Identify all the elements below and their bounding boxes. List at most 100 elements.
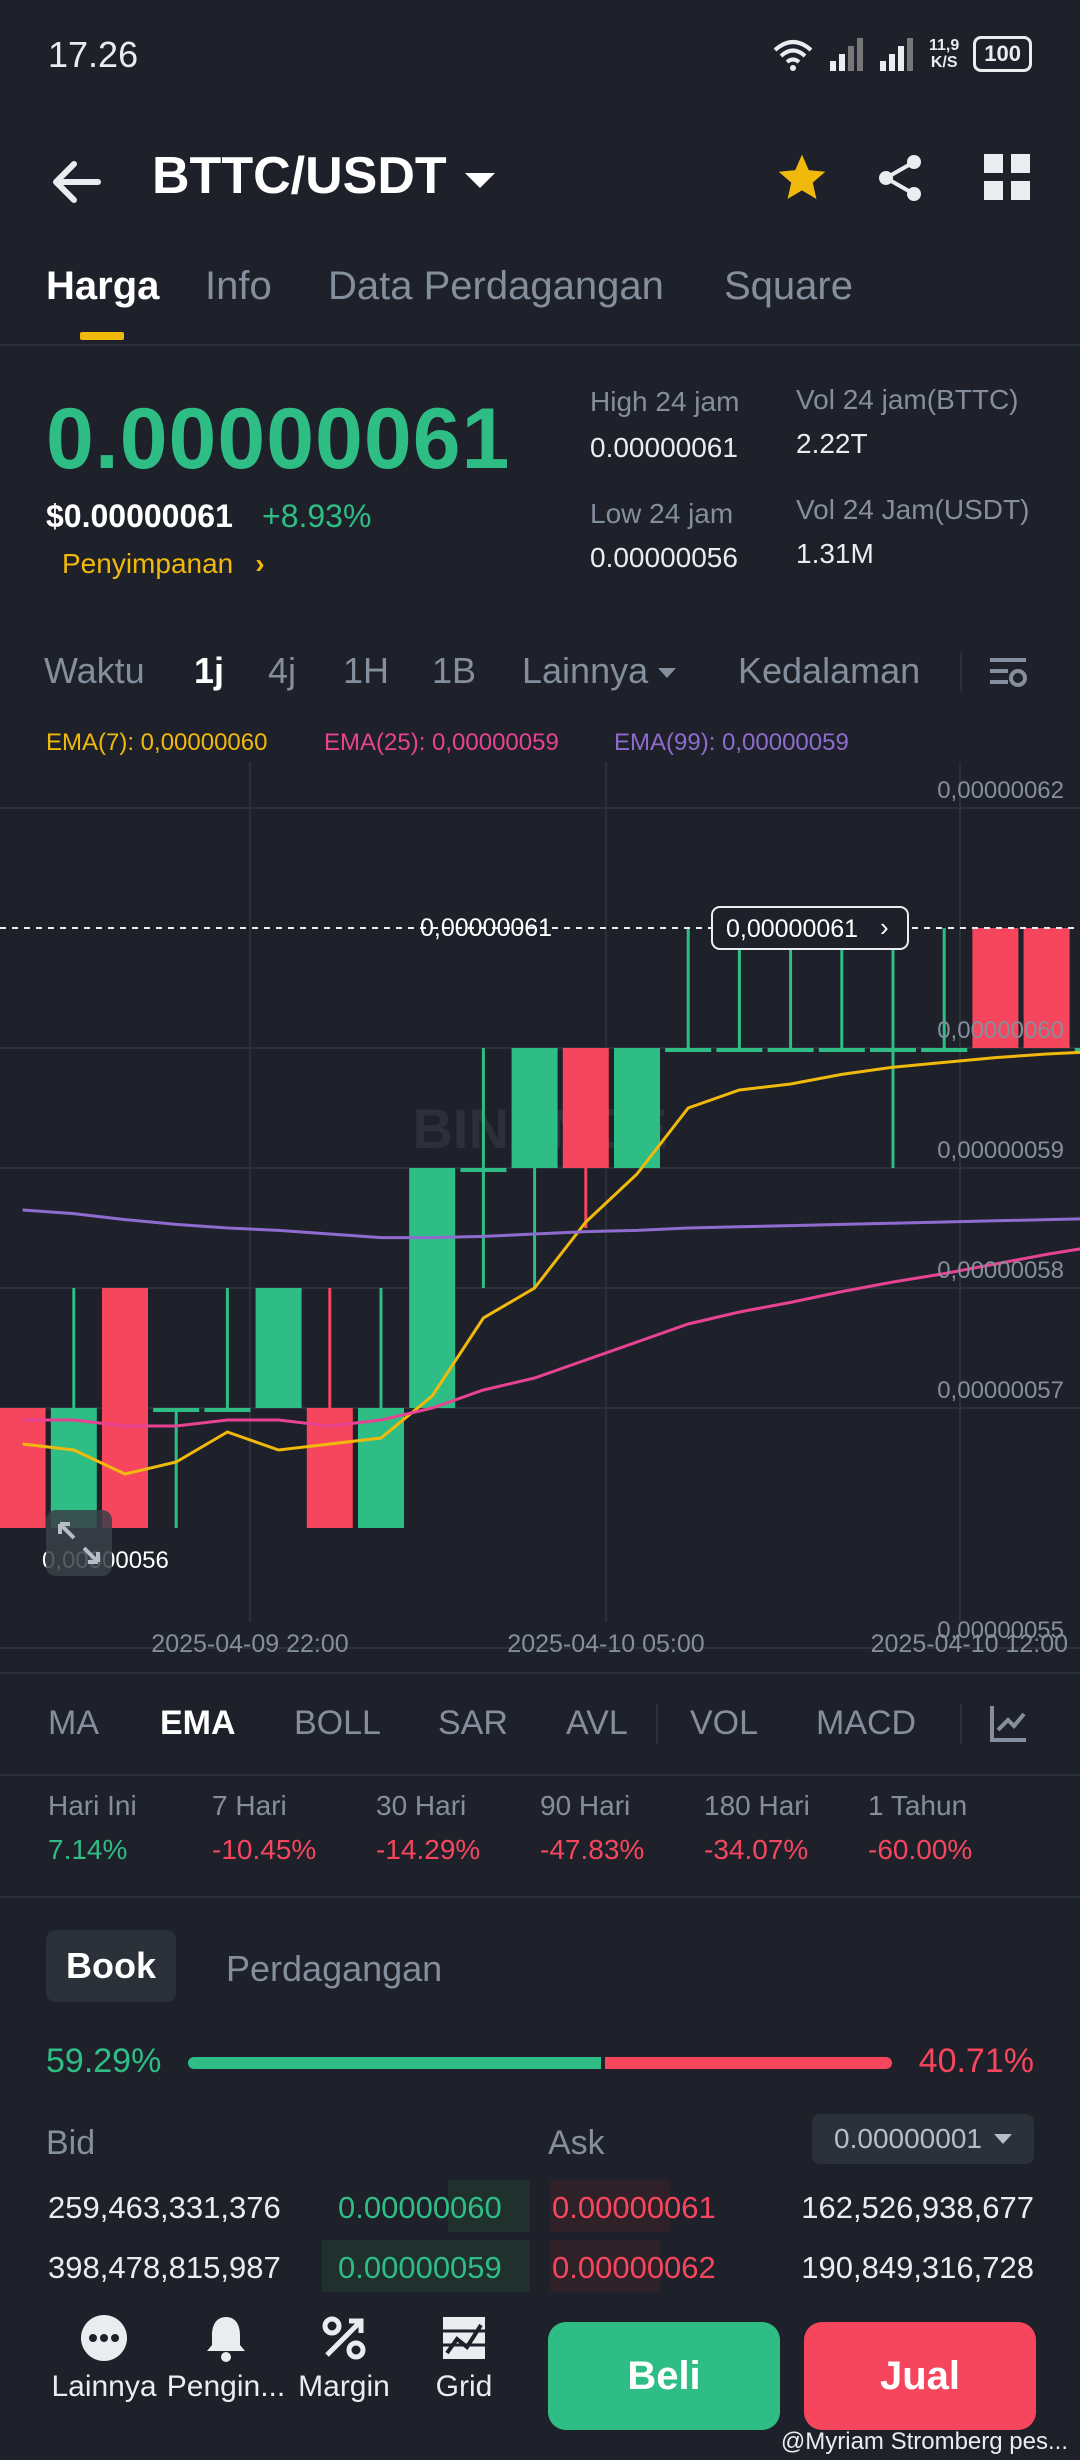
- back-arrow-icon[interactable]: [48, 154, 104, 210]
- tab-perdagangan[interactable]: Perdagangan: [226, 1948, 442, 1990]
- tab-harga[interactable]: Harga: [46, 264, 159, 309]
- grid-bot-icon: [443, 2317, 485, 2359]
- ask-ratio-bar: [605, 2057, 892, 2069]
- header: BTTC/USDT: [0, 140, 1080, 230]
- performance-row: Hari Ini 7.14% 7 Hari -10.45% 30 Hari -14.2…: [0, 1790, 1080, 1890]
- perf-value: -34.07%: [704, 1834, 809, 1865]
- candle-body: [870, 1048, 916, 1052]
- tab-book[interactable]: Book: [46, 1930, 176, 2002]
- candle-body: [562, 1048, 609, 1168]
- x-axis-labels: 2025-04-09 22:00 2025-04-10 05:00 2025-04-…: [151, 1630, 1068, 1658]
- main-tabs: Harga Info Data Perdagangan Square: [0, 258, 1080, 346]
- ask-price[interactable]: 0.00000061: [552, 2190, 716, 2226]
- status-bar: 17.26 11,9 K/S 100: [0, 0, 1080, 110]
- ask-qty: 162,526,938,677: [801, 2190, 1034, 2225]
- candle-body: [153, 1408, 200, 1412]
- interval-waktu[interactable]: Waktu: [44, 650, 145, 692]
- grid-menu-icon[interactable]: [982, 152, 1032, 202]
- tab-data-perdagangan[interactable]: Data Perdagangan: [328, 264, 664, 309]
- high-24h-label: High 24 jam: [590, 386, 740, 417]
- indicator-boll[interactable]: BOLL: [294, 1704, 381, 1743]
- indicator-settings-icon[interactable]: [988, 1702, 1030, 1744]
- bid-qty: 259,463,331,376: [48, 2190, 281, 2225]
- current-price-box-label: 0,00000061: [726, 915, 858, 943]
- vol-usdt-value: 1.31M: [796, 538, 874, 569]
- nav-grid[interactable]: Grid: [404, 2306, 524, 2404]
- more-dots-icon: [81, 2315, 127, 2361]
- perf-today: Hari Ini 7.14%: [48, 1790, 137, 1866]
- interval-bar: Waktu 1j 4j 1H 1B Lainnya Kedalaman: [0, 640, 1080, 710]
- precision-value: 0.00000001: [834, 2123, 982, 2154]
- ask-qty: 190,849,316,728: [801, 2250, 1034, 2285]
- interval-more-label: Lainnya: [522, 650, 649, 691]
- nav-more[interactable]: Lainnya: [44, 2306, 164, 2404]
- tab-info[interactable]: Info: [205, 264, 272, 309]
- perf-value: 7.14%: [48, 1834, 128, 1865]
- vol-bttc-label: Vol 24 jam(BTTC): [796, 384, 1019, 415]
- interval-1b[interactable]: 1B: [432, 650, 476, 692]
- bid-price[interactable]: 0.00000060: [338, 2190, 502, 2226]
- indicator-ma[interactable]: MA: [48, 1704, 99, 1743]
- buy-button[interactable]: Beli: [548, 2322, 780, 2430]
- y-axis-labels: 0,00000062 0,00000060 0,00000059 0,00000058…: [937, 777, 1064, 1644]
- chart-settings-icon[interactable]: [988, 652, 1028, 692]
- interval-1j[interactable]: 1j: [194, 650, 224, 692]
- nav-margin-label: Margin: [298, 2370, 390, 2403]
- bid-price[interactable]: 0.00000059: [338, 2250, 502, 2286]
- indicator-vol[interactable]: VOL: [690, 1704, 758, 1743]
- current-price-left-label: 0,00000061: [420, 914, 552, 942]
- perf-7d: 7 Hari -10.45%: [212, 1790, 316, 1866]
- perf-label: 7 Hari: [212, 1790, 287, 1821]
- nav-margin[interactable]: Margin: [284, 2306, 404, 2404]
- perf-1y: 1 Tahun -60.00%: [868, 1790, 972, 1866]
- candlestick-chart[interactable]: BINANCE 0,000000620,000000600,000000590,…: [0, 712, 1080, 1672]
- perf-value: -60.00%: [868, 1834, 973, 1865]
- candle-body: [665, 1048, 712, 1052]
- nav-alert-label: Pengin...: [166, 2370, 286, 2403]
- interval-4j[interactable]: 4j: [268, 650, 296, 692]
- interval-more[interactable]: Lainnya: [522, 650, 677, 692]
- favorite-star-icon[interactable]: [774, 150, 830, 206]
- interval-1h[interactable]: 1H: [343, 650, 389, 692]
- user-watermark: @Myriam Stromberg pes...: [780, 2428, 1068, 2455]
- bid-qty: 398,478,815,987: [48, 2250, 281, 2285]
- indicator-divider-2: [960, 1704, 962, 1744]
- indicator-sar[interactable]: SAR: [438, 1704, 508, 1743]
- candles-group: [0, 928, 1080, 1528]
- nav-alert[interactable]: Pengin...: [166, 2306, 286, 2404]
- high-24h-value: 0.00000061: [590, 432, 738, 463]
- deposit-link[interactable]: Penyimpanan ›: [62, 548, 265, 580]
- status-icons: 11,9 K/S 100: [771, 32, 1032, 76]
- vol-usdt-label: Vol 24 Jam(USDT): [796, 494, 1030, 525]
- ask-price[interactable]: 0.00000062: [552, 2250, 716, 2286]
- chevron-right-icon: ›: [880, 912, 889, 942]
- candle-body: [460, 1168, 507, 1172]
- fullscreen-icon[interactable]: [46, 1510, 112, 1576]
- chevron-right-icon: ›: [255, 548, 265, 579]
- precision-select[interactable]: 0.00000001: [812, 2114, 1034, 2164]
- current-price-box[interactable]: 0,00000061 ›: [711, 906, 909, 950]
- candle-body: [255, 1288, 302, 1408]
- indicator-macd[interactable]: MACD: [816, 1704, 916, 1743]
- y-tick-label: 0,00000059: [937, 1137, 1064, 1164]
- indicator-divider: [656, 1704, 658, 1744]
- indicator-ema[interactable]: EMA: [160, 1704, 236, 1743]
- signal-icon-2: [880, 38, 914, 71]
- perf-label: 90 Hari: [540, 1790, 631, 1821]
- nav-grid-label: Grid: [435, 2370, 493, 2403]
- candle-body: [716, 1048, 763, 1052]
- battery-indicator: 100: [973, 36, 1032, 72]
- vol-bttc-value: 2.22T: [796, 428, 868, 459]
- speed-value: 11,9: [929, 37, 960, 54]
- share-icon[interactable]: [872, 150, 928, 206]
- pair-selector[interactable]: BTTC/USDT: [152, 146, 495, 206]
- indicator-avl[interactable]: AVL: [566, 1704, 628, 1743]
- signal-icon: [830, 38, 864, 71]
- tab-square[interactable]: Square: [724, 264, 853, 309]
- depth-tab[interactable]: Kedalaman: [738, 650, 920, 692]
- sell-button[interactable]: Jual: [804, 2322, 1036, 2430]
- perf-value: -47.83%: [540, 1834, 645, 1865]
- y-tick-label: 0,00000062: [937, 777, 1064, 804]
- last-price: 0.00000061: [46, 391, 511, 487]
- ema7-legend: EMA(7): 0,00000060: [46, 729, 267, 756]
